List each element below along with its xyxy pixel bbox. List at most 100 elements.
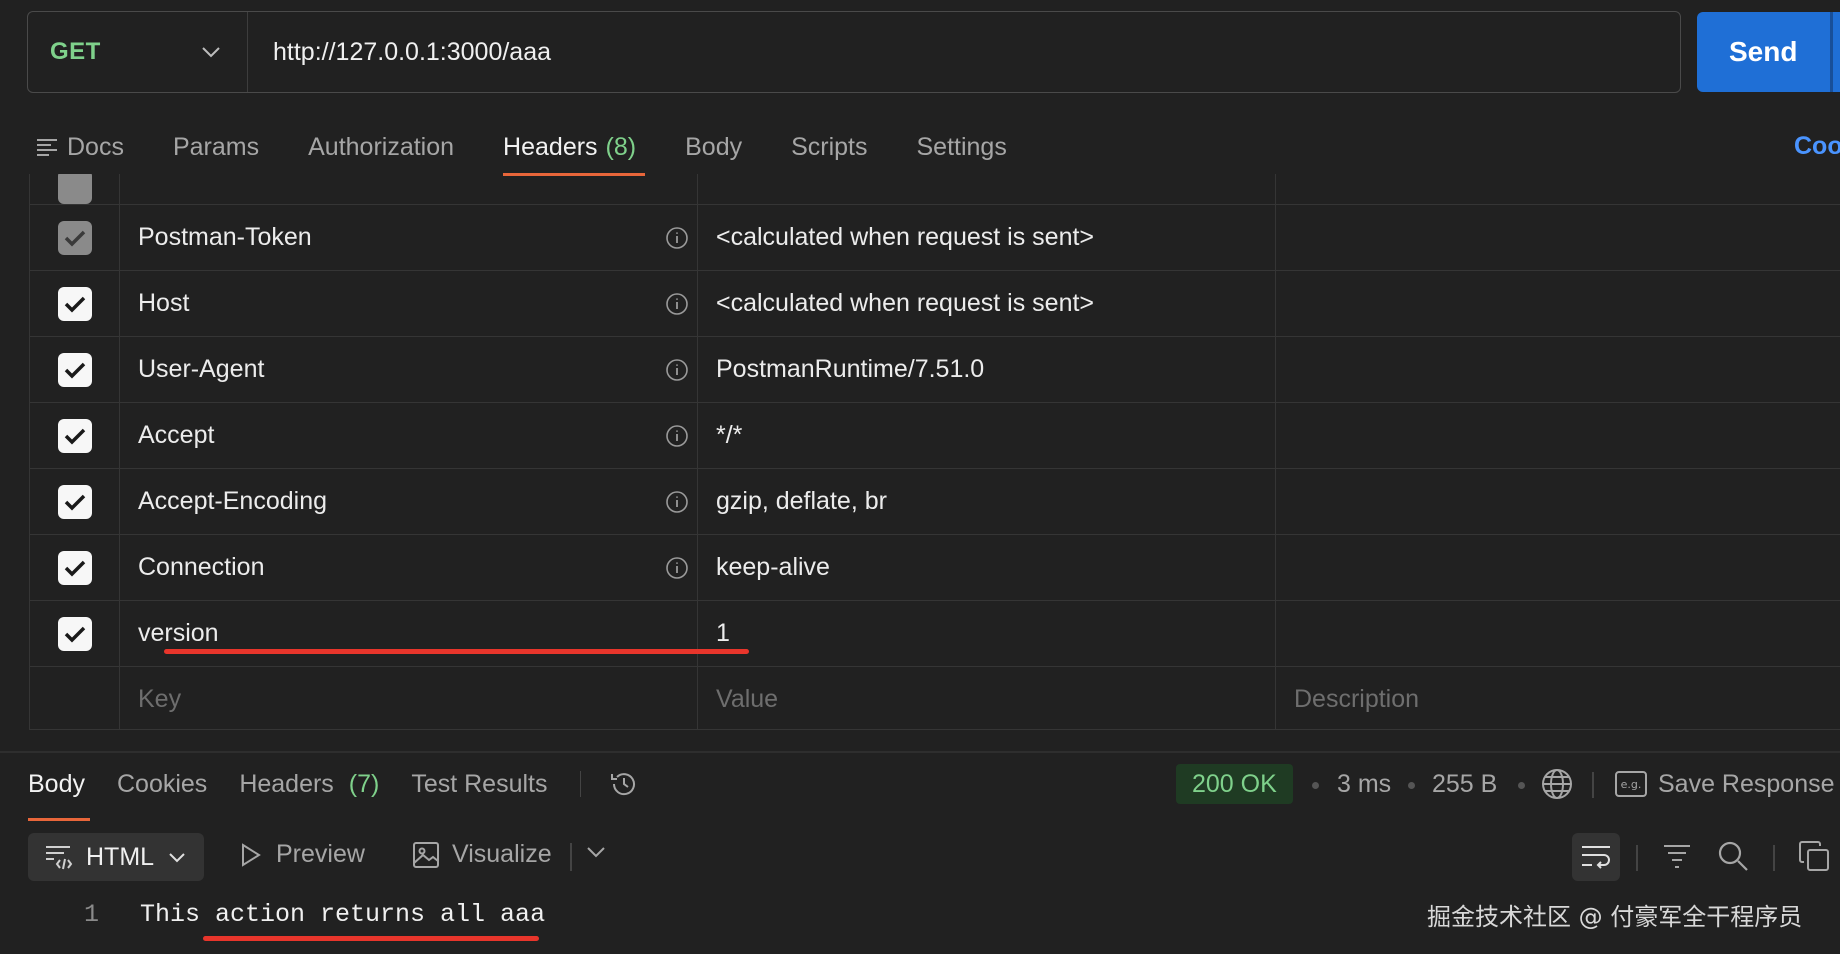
table-row: Connection keep-alive [30, 535, 1840, 601]
row-checkbox[interactable] [57, 484, 92, 519]
tab-body[interactable]: Body [685, 118, 742, 176]
row-checkbox[interactable] [57, 286, 92, 321]
row-checkbox[interactable] [57, 418, 92, 453]
row-checkbox[interactable] [57, 174, 92, 204]
row-checkbox[interactable] [57, 550, 92, 585]
send-dropdown-divider [1830, 12, 1833, 92]
header-key[interactable]: Accept [138, 421, 214, 450]
header-description[interactable] [1276, 469, 1840, 534]
info-icon[interactable] [665, 556, 689, 580]
headers-table: Postman-Token <calculated when request i… [29, 174, 1840, 730]
table-row-partial [30, 174, 1840, 205]
row-checkbox[interactable] [57, 616, 92, 651]
check-icon [64, 494, 85, 510]
preview-label: Preview [276, 840, 365, 868]
table-row: User-Agent PostmanRuntime/7.51.0 [30, 337, 1840, 403]
row-checkbox[interactable] [57, 352, 92, 387]
status-badge[interactable]: 200 OK [1176, 764, 1293, 804]
check-icon [64, 362, 85, 378]
method-label: GET [50, 38, 101, 65]
table-row: Accept-Encoding gzip, deflate, br [30, 469, 1840, 535]
url-input[interactable] [248, 12, 1680, 92]
filter-icon[interactable] [1662, 840, 1692, 870]
wrap-lines-button[interactable] [1572, 833, 1620, 881]
check-icon [64, 428, 85, 444]
resp-tab-body[interactable]: Body [28, 770, 90, 821]
header-value[interactable]: <calculated when request is sent> [698, 205, 1276, 270]
header-key[interactable]: Host [138, 289, 189, 318]
resp-tab-headers[interactable]: Headers (7) [239, 770, 379, 799]
method-selector[interactable]: GET [28, 12, 248, 92]
table-row: version 1 [30, 601, 1840, 667]
new-value-input[interactable]: Value [698, 667, 1276, 729]
chevron-down-icon[interactable] [586, 846, 606, 858]
separator-dot [1408, 782, 1415, 789]
divider [579, 771, 581, 797]
info-icon[interactable] [665, 292, 689, 316]
header-key[interactable]: version [120, 601, 698, 666]
header-description[interactable] [1276, 403, 1840, 468]
header-key[interactable]: Accept-Encoding [138, 487, 327, 516]
svg-text:e.g.: e.g. [1621, 778, 1642, 791]
info-icon[interactable] [665, 424, 689, 448]
tab-scripts[interactable]: Scripts [791, 118, 867, 176]
table-row-new: Key Value Description [30, 667, 1840, 729]
header-description[interactable] [1276, 271, 1840, 336]
info-icon[interactable] [665, 490, 689, 514]
response-divider [0, 751, 1840, 753]
preview-button[interactable]: Preview [240, 840, 365, 869]
visualize-label: Visualize [452, 840, 552, 868]
header-description[interactable] [1276, 205, 1840, 270]
send-button[interactable]: Send [1697, 12, 1840, 92]
info-icon[interactable] [665, 358, 689, 382]
header-description[interactable] [1276, 601, 1840, 666]
header-value[interactable]: 1 [698, 601, 1276, 666]
header-value[interactable]: keep-alive [698, 535, 1276, 600]
resp-tab-test-results[interactable]: Test Results [411, 770, 547, 799]
play-icon [240, 842, 262, 867]
header-value[interactable]: */* [698, 403, 1276, 468]
tab-authorization[interactable]: Authorization [308, 118, 454, 176]
wrap-icon [1580, 843, 1612, 871]
divider [1592, 772, 1594, 798]
search-icon[interactable] [1717, 840, 1749, 872]
header-key[interactable]: User-Agent [138, 355, 264, 384]
tab-params[interactable]: Params [173, 118, 259, 176]
header-description[interactable] [1276, 337, 1840, 402]
row-checkbox[interactable] [57, 220, 92, 255]
response-body-text[interactable]: This action returns all aaa [140, 900, 545, 929]
request-tabs: Docs Params Authorization Headers (8) Bo… [36, 118, 1056, 178]
cookies-link[interactable]: Coo [1794, 132, 1840, 161]
tab-headers[interactable]: Headers (8) [503, 118, 646, 176]
check-icon [64, 230, 85, 246]
response-size[interactable]: 255 B [1432, 770, 1497, 799]
resp-tab-cookies[interactable]: Cookies [117, 770, 207, 799]
new-key-input[interactable]: Key [120, 667, 698, 729]
info-icon[interactable] [665, 226, 689, 250]
divider [1773, 845, 1775, 871]
header-key[interactable]: Connection [138, 553, 264, 582]
tab-docs-label: Docs [67, 132, 124, 161]
header-value[interactable]: gzip, deflate, br [698, 469, 1276, 534]
separator-dot [1518, 782, 1525, 789]
save-response-button[interactable]: Save Response [1658, 770, 1835, 799]
format-icon [44, 844, 74, 870]
header-description[interactable] [1276, 535, 1840, 600]
copy-icon[interactable] [1798, 840, 1830, 872]
globe-icon[interactable] [1540, 767, 1574, 801]
line-number: 1 [84, 900, 100, 929]
header-key[interactable]: Postman-Token [138, 223, 312, 252]
tab-docs[interactable]: Docs [36, 118, 124, 176]
visualize-button[interactable]: Visualize [412, 840, 552, 869]
header-value[interactable]: PostmanRuntime/7.51.0 [698, 337, 1276, 402]
header-value[interactable]: <calculated when request is sent> [698, 271, 1276, 336]
chevron-down-icon [168, 852, 186, 863]
new-description-input[interactable]: Description [1276, 667, 1840, 729]
history-icon[interactable] [608, 768, 640, 800]
check-icon [64, 626, 85, 642]
table-row: Host <calculated when request is sent> [30, 271, 1840, 337]
format-selector[interactable]: HTML [28, 833, 204, 881]
tab-settings[interactable]: Settings [917, 118, 1007, 176]
response-time[interactable]: 3 ms [1337, 770, 1391, 799]
divider [1636, 845, 1638, 871]
